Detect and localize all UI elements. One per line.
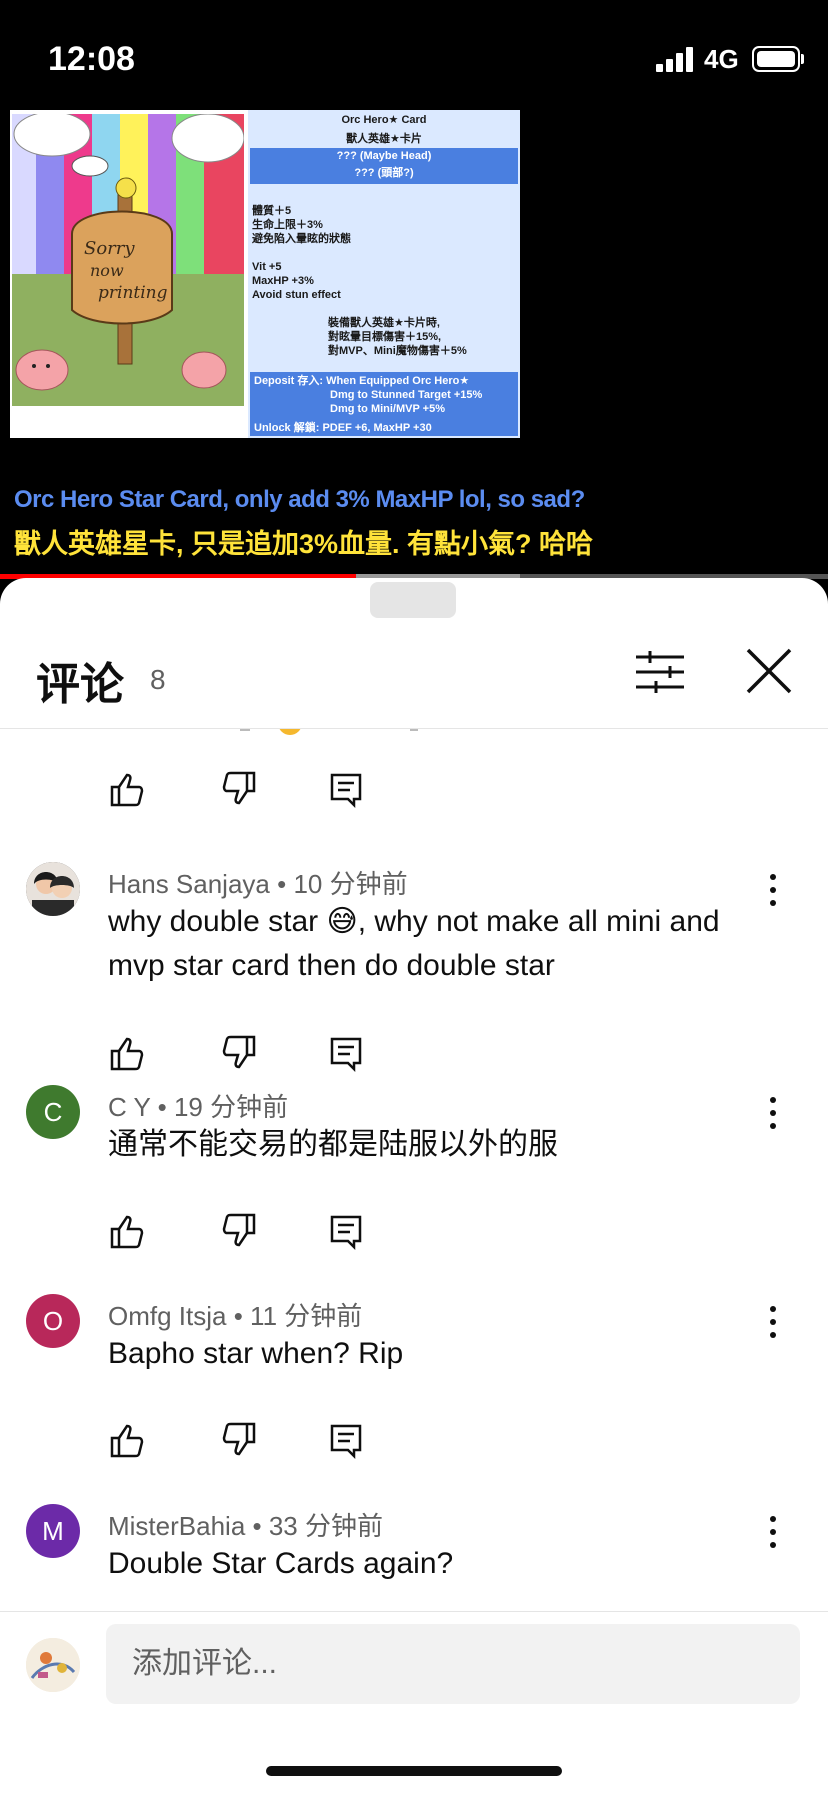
comment-time: 33 分钟前 [268,1511,383,1541]
unlock-line: Unlock 解鎖: PDEF +6, MaxHP +30 [250,420,518,436]
comment-author[interactable]: MisterBahia [108,1511,245,1541]
card-slot-band: ??? (Maybe Head) ??? (頭部?) [250,148,518,184]
like-icon[interactable] [108,1033,148,1073]
avatar-letter: O [42,1306,64,1336]
comments-title: 评论 [36,660,124,709]
drag-handle[interactable] [370,582,456,618]
svg-text:printing: printing [98,283,168,303]
add-comment-input[interactable] [106,1624,800,1704]
dislike-icon[interactable] [218,769,258,809]
comment-time: 11 分钟前 [250,1301,363,1331]
equip-zh: 裝備獸人英雄★卡片時, [328,317,440,329]
dislike-icon[interactable] [218,1420,258,1460]
avatar-letter: M [42,1516,64,1546]
more-options-icon[interactable] [758,1512,788,1552]
my-avatar[interactable] [26,1638,80,1692]
stat-zh: 生命上限＋3% [252,219,323,231]
card-info-panel: Orc Hero★ Card 獸人英雄★卡片 ??? (Maybe Head) … [248,110,520,438]
equip-zh: 對眩暈目標傷害＋15%, [328,331,442,343]
my-avatar-image [26,1638,80,1692]
avatar[interactable] [26,862,80,916]
caption-chinese: 獸人英雄星卡, 只是追加3%血量. 有點小氣? 哈哈 [14,529,594,559]
status-bar: 12:08 4G [0,0,828,110]
comment-meta: Hans Sanjaya • 10 分钟前 [108,869,408,899]
reply-icon[interactable] [326,1211,366,1251]
comment-text: 通常不能交易的都是陆服以外的服 [108,1128,558,1161]
dislike-icon[interactable] [218,1033,258,1073]
comments-list[interactable]: Hans Sanjaya • 10 分钟前 why double star 😅,… [0,729,828,1614]
reply-icon[interactable] [326,1420,366,1460]
avatar[interactable]: C [26,1085,80,1139]
card-art: Sorry now printing [12,114,244,406]
card-slot-en: ??? (Maybe Head) [336,150,432,162]
sign-text: Sorry [84,238,135,259]
avatar-photo [26,862,80,916]
comment-author[interactable]: Omfg Itsja [108,1301,226,1331]
caption-english: Orc Hero Star Card, only add 3% MaxHP lo… [14,486,585,513]
home-indicator[interactable] [266,1766,562,1776]
signal-icon [656,46,696,72]
card-title-en: Orc Hero★ Card [341,114,427,126]
stat-en: Avoid stun effect [252,289,341,301]
comment-text: Bapho star when? Rip [108,1337,404,1370]
comment-actions [108,1420,368,1460]
comment-time: 19 分钟前 [173,1092,289,1122]
like-icon[interactable] [108,1211,148,1251]
more-options-icon[interactable] [758,1093,788,1133]
truncated-text-fragment [240,729,418,735]
card-title-zh: 獸人英雄★卡片 [346,133,422,145]
comments-count: 8 [150,664,166,695]
reply-icon[interactable] [326,1033,366,1073]
close-icon[interactable] [742,644,796,698]
avatar[interactable]: M [26,1504,80,1558]
network-type: 4G [704,44,739,74]
comment-actions [108,1033,368,1073]
comment-text: why double star 😅, why not make all mini… [108,905,720,982]
comment-actions [108,769,368,809]
more-options-icon[interactable] [758,870,788,910]
comments-header: 评论 8 [0,622,828,729]
comment-text: Double Star Cards again? [108,1547,454,1580]
like-icon[interactable] [108,769,148,809]
comment-meta: C Y • 19 分钟前 [108,1092,289,1122]
truncated-comment [110,729,530,737]
like-icon[interactable] [108,1420,148,1460]
card-illustration: Sorry now printing [12,114,244,406]
stat-zh: 避免陷入暈眩的狀態 [252,233,351,245]
video-player[interactable]: Sorry now printing Orc Hero★ Card 獸人英雄★卡… [0,110,828,580]
comment-time: 10 分钟前 [293,869,408,899]
sort-filter-icon[interactable] [634,650,686,694]
deposit-box: Deposit 存入: When Equipped Orc Hero★ Dmg … [250,372,518,420]
comment-author[interactable]: Hans Sanjaya [108,869,270,899]
deposit-line: Dmg to Mini/MVP +5% [330,403,446,415]
dislike-icon[interactable] [218,1211,258,1251]
card-slot-zh: ??? (頭部?) [354,167,414,179]
card-image: Sorry now printing Orc Hero★ Card 獸人英雄★卡… [10,110,520,438]
reply-icon[interactable] [326,769,366,809]
comment-actions [108,1211,368,1251]
comment-meta: MisterBahia • 33 分钟前 [108,1511,383,1541]
stat-en: MaxHP +3% [252,275,314,287]
more-options-icon[interactable] [758,1302,788,1342]
svg-text:now: now [90,261,124,280]
deposit-line: Dmg to Stunned Target +15% [330,389,483,401]
comments-sheet: 评论 8 Hans Sanjaya • 10 分钟前 why double st… [0,578,828,1793]
deposit-line: Deposit 存入: When Equipped Orc Hero★ [254,375,470,387]
comment-composer [0,1611,828,1793]
battery-icon [752,46,804,72]
avatar[interactable]: O [26,1294,80,1348]
comment-meta: Omfg Itsja • 11 分钟前 [108,1301,363,1331]
avatar-letter: C [43,1097,63,1127]
equip-zh: 對MVP、Mini魔物傷害＋5% [328,345,467,357]
comment-author[interactable]: C Y [108,1092,150,1122]
clock: 12:08 [48,40,135,78]
stat-en: Vit +5 [252,261,282,273]
stat-zh: 體質＋5 [252,205,292,217]
